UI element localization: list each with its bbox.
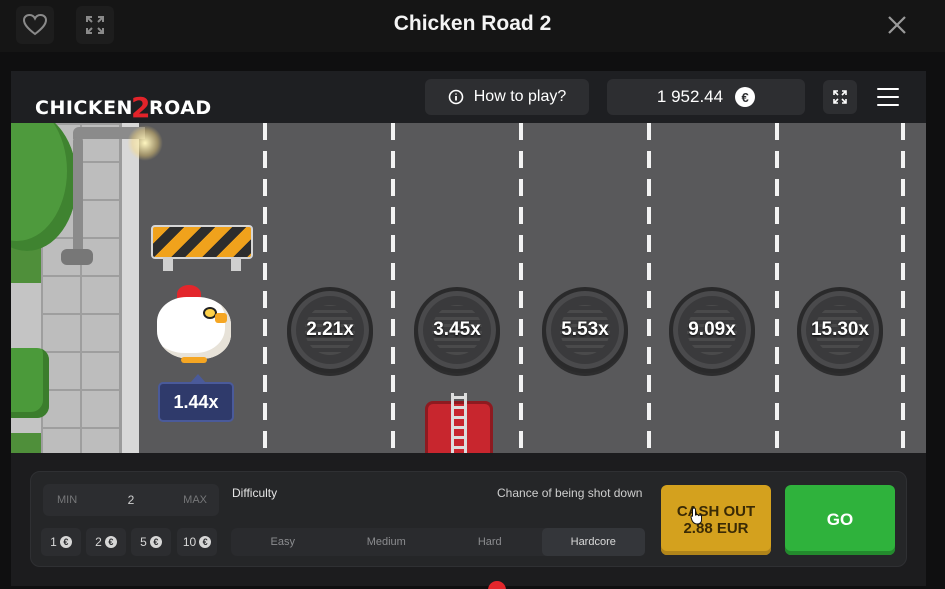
lane-divider xyxy=(647,123,651,453)
game-logo: CHICKEN2ROAD xyxy=(35,88,212,124)
chicken-character xyxy=(153,281,233,365)
multiplier-label: 5.53x xyxy=(561,319,609,340)
quick-bet-5[interactable]: 5 € xyxy=(131,528,171,556)
curb xyxy=(119,123,139,453)
road-scene: 1.44x 2.21x 3.45x 5.53x 9.09x 15.30x xyxy=(11,123,926,453)
difficulty-selector: Easy Medium Hard Hardcore xyxy=(231,528,645,556)
difficulty-label: Difficulty xyxy=(232,486,278,500)
close-button[interactable] xyxy=(878,6,916,44)
logo-text-left: CHICKEN xyxy=(35,97,133,119)
game-frame: CHICKEN2ROAD How to play? 1 952.44 € 1.4… xyxy=(11,71,926,586)
manhole-multiplier[interactable]: 5.53x xyxy=(542,287,628,373)
lane-divider xyxy=(391,123,395,453)
euro-icon: € xyxy=(735,87,756,107)
manhole-multiplier[interactable]: 15.30x xyxy=(797,287,883,373)
chance-label: Chance of being shot down xyxy=(497,486,643,500)
bet-controls-panel: MIN 2 MAX 1 € 2 € 5 € 10 € Difficulty Chance… xyxy=(30,471,907,567)
difficulty-medium[interactable]: Medium xyxy=(335,528,439,556)
bet-amount-input[interactable]: MIN 2 MAX xyxy=(43,484,219,516)
logo-number: 2 xyxy=(130,91,151,124)
difficulty-easy[interactable]: Easy xyxy=(231,528,335,556)
logo-text-right: ROAD xyxy=(148,97,212,119)
menu-icon xyxy=(877,88,899,90)
multiplier-label: 9.09x xyxy=(688,319,736,340)
top-bar: Chicken Road 2 xyxy=(0,0,945,52)
cash-out-button[interactable]: CASH OUT 2.88 EUR xyxy=(661,485,771,555)
fullscreen-icon xyxy=(833,90,847,104)
street-lamp-light xyxy=(127,125,163,161)
current-multiplier-badge: 1.44x xyxy=(158,374,234,422)
go-button[interactable]: GO xyxy=(785,485,895,555)
street-lamp-pole xyxy=(73,137,83,257)
difficulty-hardcore[interactable]: Hardcore xyxy=(541,528,645,556)
euro-icon: € xyxy=(104,536,117,548)
game-header: CHICKEN2ROAD How to play? 1 952.44 € xyxy=(11,71,926,124)
difficulty-hard[interactable]: Hard xyxy=(438,528,542,556)
quick-bet-10[interactable]: 10 € xyxy=(177,528,217,556)
multiplier-label: 2.21x xyxy=(306,319,354,340)
manhole-multiplier[interactable]: 3.45x xyxy=(414,287,500,373)
manhole-multiplier[interactable]: 9.09x xyxy=(669,287,755,373)
lane-divider xyxy=(775,123,779,453)
app-root: Chicken Road 2 CHICKEN2ROAD How to play?… xyxy=(0,0,945,589)
how-to-play-button[interactable]: How to play? xyxy=(425,79,589,115)
mouse-pointer-icon xyxy=(690,507,702,525)
close-icon xyxy=(888,16,906,34)
euro-icon: € xyxy=(149,536,162,548)
bet-max-button[interactable]: MAX xyxy=(183,494,207,506)
balance-display: 1 952.44 € xyxy=(607,79,805,115)
fullscreen-button[interactable] xyxy=(823,80,857,114)
fire-truck xyxy=(421,393,497,453)
grass-patch xyxy=(11,433,41,453)
euro-icon: € xyxy=(199,536,212,548)
how-to-play-label: How to play? xyxy=(473,88,567,105)
lane-divider xyxy=(901,123,905,453)
page-title: Chicken Road 2 xyxy=(393,12,552,35)
cash-out-amount: 2.88 EUR xyxy=(683,520,749,537)
multiplier-label: 3.45x xyxy=(433,319,481,340)
euro-icon: € xyxy=(59,536,72,548)
lane-divider xyxy=(519,123,523,453)
road-barrier xyxy=(147,221,257,273)
info-icon xyxy=(448,89,464,105)
menu-button[interactable] xyxy=(873,83,903,111)
balance-value: 1 952.44 xyxy=(656,87,724,106)
quick-bet-2[interactable]: 2 € xyxy=(86,528,126,556)
bush xyxy=(11,348,49,418)
quick-bet-1[interactable]: 1 € xyxy=(41,528,81,556)
lane-divider xyxy=(263,123,267,453)
cash-out-label: CASH OUT xyxy=(676,503,756,520)
multiplier-label: 15.30x xyxy=(810,319,870,340)
street-lamp-base xyxy=(61,249,93,265)
manhole-multiplier[interactable]: 2.21x xyxy=(287,287,373,373)
